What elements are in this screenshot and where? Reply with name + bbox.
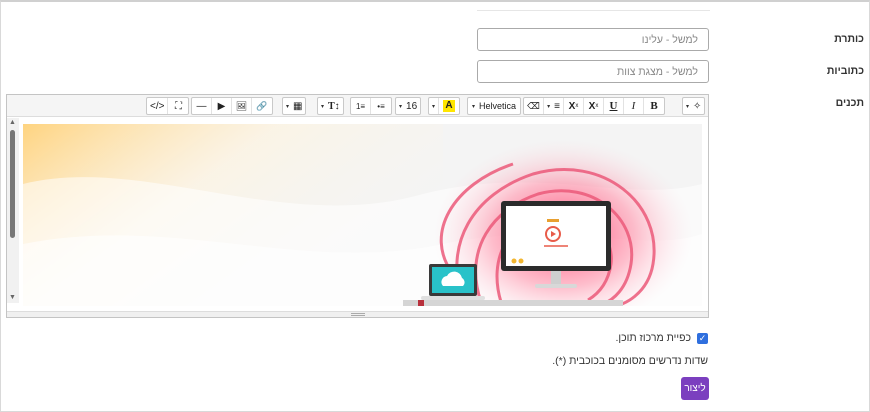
chevron-down-icon: ▾	[547, 103, 551, 110]
chevron-down-icon: ▾	[432, 103, 436, 110]
toolbar-group-paragraph: ▾ T↕	[317, 97, 344, 115]
superscript-button[interactable]: Xx	[584, 98, 604, 114]
image-button[interactable]: 🖼	[232, 98, 252, 114]
chevron-down-icon: ▾	[399, 103, 403, 110]
underline-button[interactable]: U	[604, 98, 624, 114]
font-family-select[interactable]: ▾ Helvetica	[468, 98, 520, 114]
chevron-down-icon: ▾	[321, 103, 325, 110]
center-content-row[interactable]: ✓ כפיית מרכוז תוכן.	[615, 332, 708, 344]
center-content-label: כפיית מרכוז תוכן.	[615, 332, 691, 344]
subtitle-input[interactable]	[477, 60, 709, 83]
toolbar-group-font: ▾ Helvetica	[467, 97, 521, 115]
toolbar-group-view: </> ⛶	[146, 97, 190, 115]
font-size-select[interactable]: ▾ 16	[396, 98, 420, 114]
scrollbar-thumb[interactable]	[10, 130, 15, 238]
table-icon: ▦	[293, 100, 303, 112]
hr-icon: —	[196, 100, 207, 112]
horizontal-rule-button[interactable]: —	[192, 98, 212, 114]
chevron-down-icon: ▾	[286, 103, 290, 110]
fullscreen-button[interactable]: ⛶	[168, 98, 188, 114]
title-input[interactable]	[477, 28, 709, 51]
link-icon: 🔗	[256, 100, 268, 111]
toolbar-group-lists: 1≡ •≡	[350, 97, 392, 115]
subscript-button[interactable]: Xx	[564, 98, 584, 114]
subscript-icon: X	[568, 100, 576, 112]
chevron-down-icon: ▾	[471, 103, 475, 110]
unordered-list-icon: •≡	[377, 101, 385, 111]
create-button[interactable]: ליצור	[681, 377, 709, 400]
text-color-button[interactable]: A	[439, 98, 459, 114]
unordered-list-button[interactable]: •≡	[371, 98, 391, 114]
fullscreen-icon: ⛶	[174, 100, 182, 112]
italic-icon: I	[631, 100, 636, 112]
editor-content[interactable]: ▲ ▼	[7, 118, 708, 311]
image-icon: 🖼	[235, 100, 248, 111]
link-button[interactable]: 🔗	[252, 98, 272, 114]
underline-icon: U	[609, 100, 618, 112]
hero-illustration	[23, 124, 702, 306]
center-content-checkbox[interactable]: ✓	[697, 332, 708, 344]
subtitle-label: כתוביות	[826, 65, 864, 77]
text-height-icon: T↕	[328, 100, 340, 112]
italic-button[interactable]: I	[624, 98, 644, 114]
ordered-list-icon: 1≡	[355, 101, 366, 111]
editor-toolbar: </> ⛶ — ▶ 🖼 🔗 ▾ ▦ ▾ T↕ 1≡ •≡ ▾ 16 ▾ A ▾ Helv…	[7, 95, 708, 117]
align-button[interactable]: ▾ ≡	[544, 98, 564, 114]
scroll-up-icon[interactable]: ▲	[9, 119, 16, 126]
magic-button[interactable]: ▾ ✧	[683, 98, 704, 114]
bold-icon: B	[650, 100, 658, 112]
text-height-button[interactable]: ▾ T↕	[318, 98, 343, 114]
toolbar-group-color: ▾ A	[428, 97, 461, 115]
code-view-button[interactable]: </>	[147, 98, 169, 114]
superscript-icon: X	[588, 100, 596, 112]
eraser-icon: ⌫	[527, 100, 540, 111]
toolbar-group-insert: — ▶ 🖼 🔗	[191, 97, 273, 115]
chevron-down-icon: ▾	[686, 103, 690, 110]
code-icon: </>	[150, 100, 165, 112]
table-button[interactable]: ▾ ▦	[283, 98, 305, 114]
font-family-value: Helvetica	[479, 101, 517, 111]
text-color-icon: A	[443, 100, 455, 112]
color-dropdown-button[interactable]: ▾	[429, 98, 440, 114]
divider	[477, 10, 710, 11]
required-fields-note: שדות נדרשים מסומנים בכוכבית (*).	[552, 355, 708, 367]
rich-text-editor: </> ⛶ — ▶ 🖼 🔗 ▾ ▦ ▾ T↕ 1≡ •≡ ▾ 16 ▾ A ▾ Helv…	[6, 94, 709, 318]
clear-format-button[interactable]: ⌫	[524, 98, 544, 114]
video-button[interactable]: ▶	[212, 98, 232, 114]
toolbar-group-table: ▾ ▦	[282, 97, 307, 115]
scroll-down-icon[interactable]: ▼	[9, 294, 16, 301]
bold-button[interactable]: B	[644, 98, 664, 114]
content-label: תכנים	[835, 97, 864, 109]
toolbar-group-fontsize: ▾ 16	[395, 97, 422, 115]
video-icon: ▶	[217, 100, 226, 112]
title-label: כותרת	[834, 33, 864, 45]
toolbar-group-style: ⌫ ▾ ≡ Xx Xx U I B	[523, 97, 665, 115]
editor-scrollbar[interactable]: ▲ ▼	[7, 118, 19, 303]
ordered-list-button[interactable]: 1≡	[351, 98, 371, 114]
magic-wand-icon: ✧	[693, 100, 702, 112]
editor-resize-handle[interactable]	[7, 311, 708, 317]
font-size-value: 16	[406, 100, 418, 112]
toolbar-group-magic: ▾ ✧	[682, 97, 706, 115]
align-icon: ≡	[554, 100, 560, 112]
